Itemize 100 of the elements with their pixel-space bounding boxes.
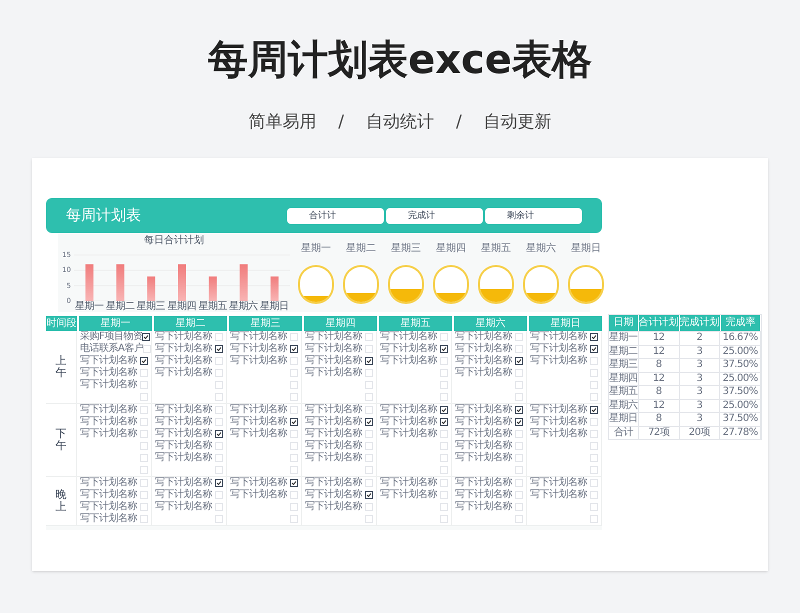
plan-item: 写下计划名称 (80, 477, 137, 488)
column-header: 星期三 (229, 316, 302, 331)
plan-item: 写下计划名称 (155, 428, 212, 440)
axis-label: 星期二 (104, 301, 136, 313)
subtitle: 自动统计 (366, 112, 434, 132)
checkbox[interactable] (590, 345, 598, 353)
checkbox[interactable] (142, 333, 150, 341)
plan-item: 写下计划名称 (80, 416, 137, 428)
period-label: 晚上 (56, 488, 66, 514)
day-label: 星期一 (301, 243, 331, 255)
plan-item: 写下计划名称 (155, 416, 212, 428)
plan-item: 写下计划名称 (230, 343, 287, 354)
plan-item: 写下计划名称 (530, 404, 587, 416)
checkbox[interactable] (590, 406, 598, 414)
plan-item: 写下计划名称 (530, 489, 587, 501)
day-label: 星期四 (436, 243, 466, 255)
period-label: 上午 (56, 354, 66, 380)
checkbox[interactable] (290, 345, 298, 353)
plan-item: 写下计划名称 (305, 355, 362, 366)
checkbox[interactable] (365, 418, 373, 426)
summary-button[interactable]: 完成计 (386, 208, 483, 224)
plan-item: 写下计划名称 (305, 428, 362, 440)
table-cell: 37.50% (720, 386, 762, 398)
bar (208, 276, 217, 301)
table-cell: 37.50% (720, 413, 762, 426)
table-cell: 27.78% (720, 426, 762, 439)
checkbox[interactable] (515, 418, 523, 426)
checkbox[interactable] (215, 479, 223, 487)
summary-button[interactable]: 剩余计 (485, 208, 582, 224)
axis-label: 星期四 (166, 301, 198, 313)
checkbox[interactable] (440, 406, 448, 414)
bar (147, 276, 156, 301)
column-header: 星期二 (154, 316, 227, 331)
plan-item: 写下计划名称 (155, 355, 212, 366)
plan-item: 写下计划名称 (155, 440, 212, 452)
table-cell: 20项 (680, 426, 720, 439)
check-icon (216, 431, 222, 437)
check-icon (366, 358, 372, 364)
check-icon (216, 480, 222, 486)
table-cell: 3 (680, 386, 720, 398)
plan-item: 写下计划名称 (455, 489, 512, 500)
plan-item: 写下计划名称 (530, 355, 587, 367)
checkbox[interactable] (215, 345, 223, 353)
summary-button[interactable]: 合计计 (287, 208, 384, 224)
plan-item: 写下计划名称 (380, 477, 437, 488)
plan-item: 写下计划名称 (155, 367, 212, 379)
axis-label: 星期一 (74, 301, 105, 313)
table-cell: 3 (680, 413, 720, 426)
checkbox[interactable] (365, 357, 373, 365)
table-cell: 星期六 (609, 400, 639, 412)
checkbox[interactable] (215, 430, 223, 438)
checkbox[interactable] (590, 333, 598, 341)
axis-label: 星期三 (136, 301, 166, 313)
plan-item: 写下计划名称 (80, 513, 137, 525)
table-cell: 星期四 (609, 372, 639, 385)
day-label: 星期五 (481, 243, 511, 255)
table-cell: 星期日 (609, 413, 639, 426)
plan-item: 写下计划名称 (155, 343, 212, 354)
checkbox[interactable] (140, 357, 148, 365)
day-label: 星期日 (571, 243, 601, 255)
axis-label: 星期日 (258, 301, 290, 313)
plan-item: 写下计划名称 (155, 477, 212, 488)
checkbox[interactable] (365, 491, 373, 499)
checkbox[interactable] (290, 479, 298, 487)
check-icon (291, 419, 297, 425)
plan-item: 采购F项目物资 (80, 331, 142, 342)
plan-item: 写下计划名称 (305, 440, 362, 452)
checkbox[interactable] (515, 406, 523, 414)
table-cell: 星期三 (609, 359, 639, 372)
column-header: 合计计划 (638, 315, 680, 331)
plan-item: 写下计划名称 (380, 489, 437, 501)
column-header: 星期五 (379, 316, 452, 331)
checkbox[interactable] (440, 345, 448, 353)
plan-item: 写下计划名称 (530, 477, 587, 488)
checkbox[interactable] (515, 357, 523, 365)
bar (178, 264, 186, 301)
column-header: 星期一 (79, 316, 152, 331)
plan-item: 写下计划名称 (455, 416, 512, 428)
plan-item: 写下计划名称 (305, 477, 362, 488)
check-icon (366, 492, 372, 498)
table-cell: 8 (638, 413, 680, 426)
checkbox[interactable] (440, 418, 448, 426)
table-cell: 星期一 (609, 332, 639, 344)
plan-item: 写下计划名称 (80, 428, 137, 440)
checkbox[interactable] (290, 418, 298, 426)
table-cell: 3 (680, 372, 720, 385)
column-header: 时间段 (46, 316, 77, 331)
table-cell: 25.00% (720, 346, 762, 358)
table-cell: 72项 (638, 426, 680, 439)
chart-title: 每日合计计划 (144, 235, 204, 247)
subtitle: 自动更新 (484, 112, 552, 132)
day-label: 星期三 (391, 243, 421, 255)
check-icon (591, 407, 597, 413)
plan-item: 写下计划名称 (305, 489, 362, 500)
plan-item: 写下计划名称 (305, 452, 362, 464)
plan-item: 写下计划名称 (530, 416, 587, 428)
plan-item: 写下计划名称 (455, 343, 512, 354)
planner-title: 每周计划表 (66, 205, 142, 226)
separator: / (338, 112, 344, 132)
plan-item: 写下计划名称 (305, 416, 362, 428)
